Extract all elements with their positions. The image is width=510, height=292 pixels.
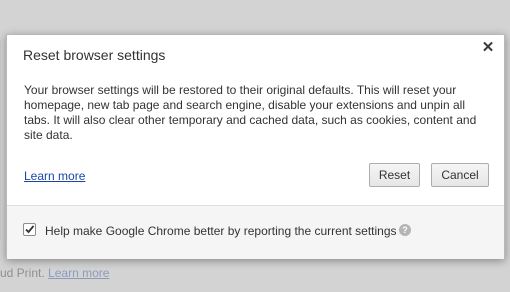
reset-settings-dialog: Reset browser settings ✕ Your browser se… [6,34,505,259]
background-divider [0,40,1,240]
background-learn-more-link: Learn more [48,266,110,280]
dialog-title: Reset browser settings [23,47,166,63]
report-settings-checkbox[interactable] [23,223,36,236]
help-icon[interactable]: ? [399,224,411,236]
dialog-description: Your browser settings will be restored t… [24,83,477,142]
reset-button[interactable]: Reset [369,163,420,187]
checkmark-icon [25,225,35,234]
dialog-footer: Help make Google Chrome better by report… [7,205,504,259]
learn-more-link[interactable]: Learn more [24,169,85,183]
background-partial-text: ud Print. [0,266,45,280]
report-settings-label: Help make Google Chrome better by report… [45,224,397,238]
cancel-button[interactable]: Cancel [431,163,489,187]
close-icon[interactable]: ✕ [480,40,496,56]
background-cloud-print-text: ud Print. Learn more [0,266,109,280]
